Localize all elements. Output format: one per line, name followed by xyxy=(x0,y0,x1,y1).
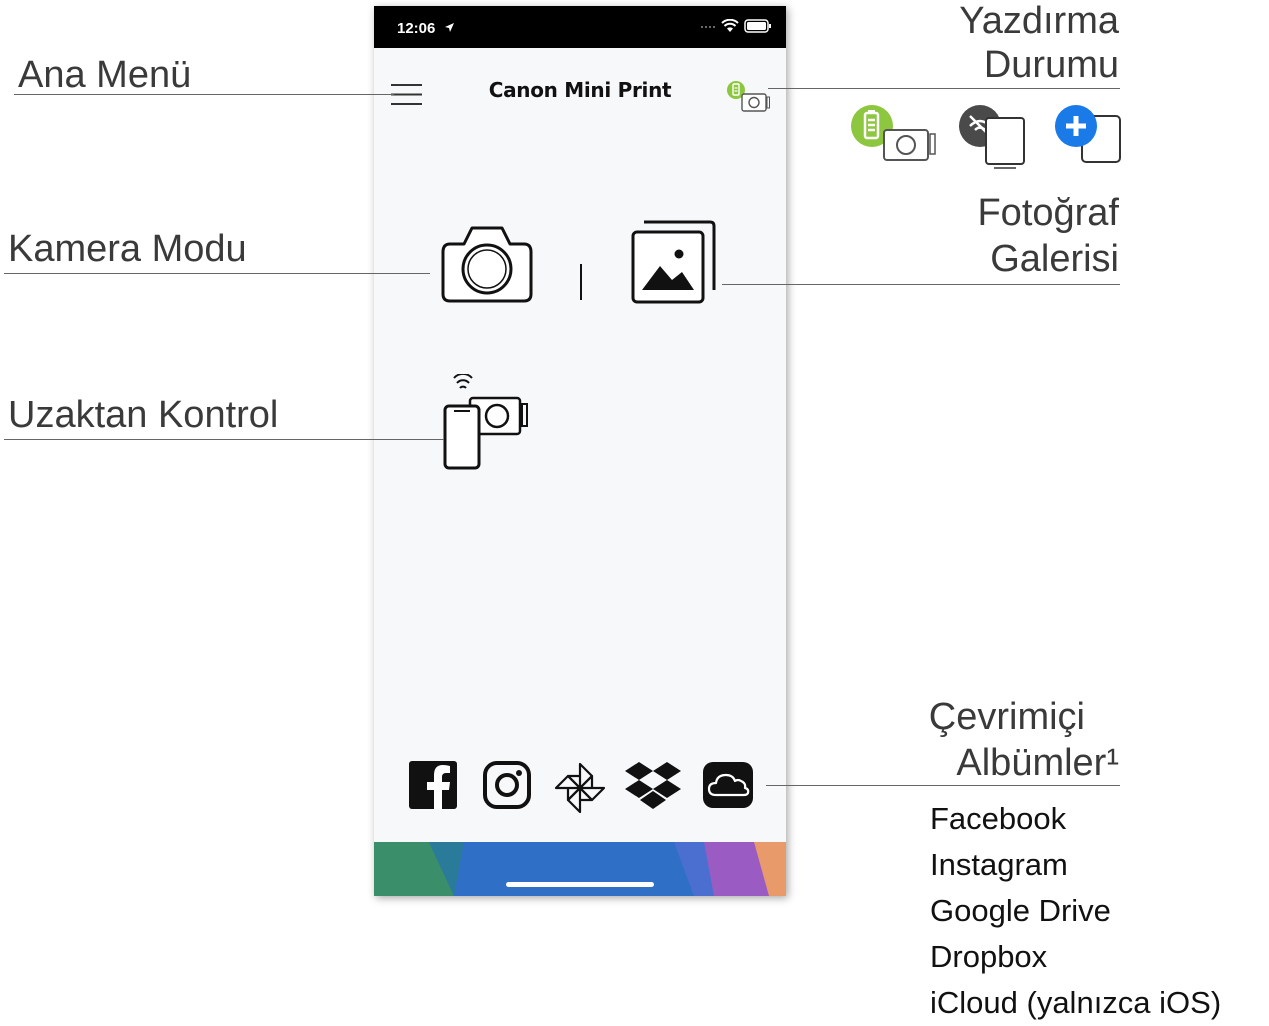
leader-line-print-status xyxy=(768,88,1120,89)
printer-status-legend xyxy=(850,104,1130,174)
album-item-icloud: iCloud (yalnızca iOS) xyxy=(930,985,1222,1020)
gallery-icon xyxy=(631,220,716,304)
annotation-print-status-line2: Durumu xyxy=(983,44,1119,86)
facebook-icon xyxy=(409,761,457,809)
album-item-google-drive: Google Drive xyxy=(930,893,1111,928)
facebook-button[interactable] xyxy=(408,760,458,815)
annotation-online-albums-line1: Çevrimiçi xyxy=(928,696,1085,738)
instagram-button[interactable] xyxy=(482,760,532,815)
leader-line-camera-mode xyxy=(4,273,430,274)
printer-status-button[interactable] xyxy=(726,80,772,114)
dropbox-icon xyxy=(625,762,681,809)
album-item-dropbox: Dropbox xyxy=(930,939,1048,974)
photo-gallery-button[interactable] xyxy=(630,220,716,306)
online-albums-bar xyxy=(374,760,786,820)
icloud-button[interactable] xyxy=(702,760,754,815)
camera-mode-button[interactable] xyxy=(440,222,534,304)
leader-line-remote-control xyxy=(4,439,444,440)
leader-line-online-albums xyxy=(766,785,1120,786)
signal-dots-icon xyxy=(701,26,715,28)
annotation-print-status-line1: Yazdırma xyxy=(959,0,1119,42)
annotation-camera-mode: Kamera Modu xyxy=(8,228,247,270)
google-drive-button[interactable] xyxy=(552,760,608,821)
online-albums-list: Facebook Instagram Google Drive Dropbox … xyxy=(930,796,1221,1026)
leader-line-main-menu xyxy=(14,94,394,95)
annotation-online-albums-line2: Albümler¹ xyxy=(956,742,1119,784)
camera-icon xyxy=(441,226,533,303)
dropbox-button[interactable] xyxy=(624,760,682,817)
status-indicators xyxy=(700,19,772,33)
annotation-photo-gallery-line1: Fotoğraf xyxy=(977,192,1119,234)
google-photos-pinwheel-icon xyxy=(554,762,606,814)
album-item-facebook: Facebook xyxy=(930,801,1067,836)
app-title: Canon Mini Print xyxy=(488,78,672,102)
mode-divider xyxy=(580,264,582,300)
icloud-icon xyxy=(703,762,753,808)
home-indicator xyxy=(506,882,654,887)
add-printer-icon xyxy=(1055,105,1121,163)
status-time: 12:06 xyxy=(397,20,436,37)
leader-line-photo-gallery xyxy=(722,284,1120,285)
instagram-icon xyxy=(483,761,531,809)
wifi-icon xyxy=(721,19,739,32)
phone-screen: 12:06 Canon Mini Print xyxy=(374,6,786,896)
status-bar: 12:06 xyxy=(374,6,786,48)
annotation-photo-gallery-line2: Galerisi xyxy=(990,238,1119,280)
album-item-instagram: Instagram xyxy=(930,847,1068,882)
disconnected-icon xyxy=(959,105,1025,169)
printer-battery-status-icon xyxy=(727,81,770,112)
location-arrow-icon xyxy=(445,23,454,32)
battery-icon xyxy=(744,19,771,33)
remote-control-icon xyxy=(443,372,528,470)
remote-control-button[interactable] xyxy=(442,372,534,470)
battery-connected-icon xyxy=(851,105,936,161)
decorative-gradient-bar xyxy=(374,842,786,896)
annotation-main-menu: Ana Menü xyxy=(18,54,192,96)
annotation-remote-control: Uzaktan Kontrol xyxy=(8,394,279,436)
